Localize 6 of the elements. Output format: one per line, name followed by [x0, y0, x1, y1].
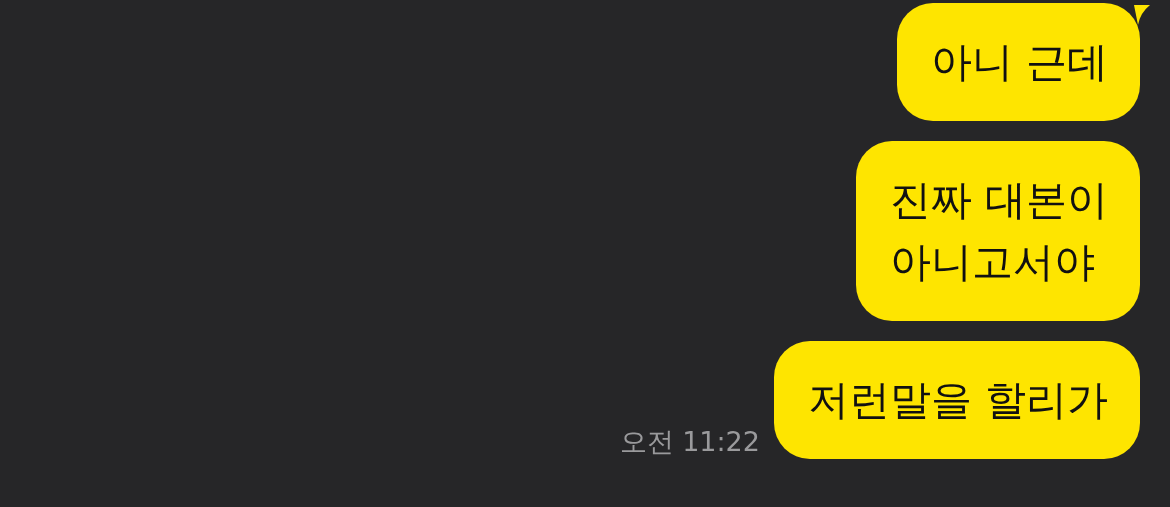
message-text: 저런말을 할리가: [807, 375, 1108, 426]
message-text: 아니 근데: [930, 37, 1108, 88]
bubble-tail-icon: [1134, 5, 1150, 25]
message-text: 아니고서야: [889, 237, 1096, 288]
message-text: 진짜 대본이: [889, 175, 1108, 226]
message-time: 오전 11:22: [619, 425, 760, 459]
